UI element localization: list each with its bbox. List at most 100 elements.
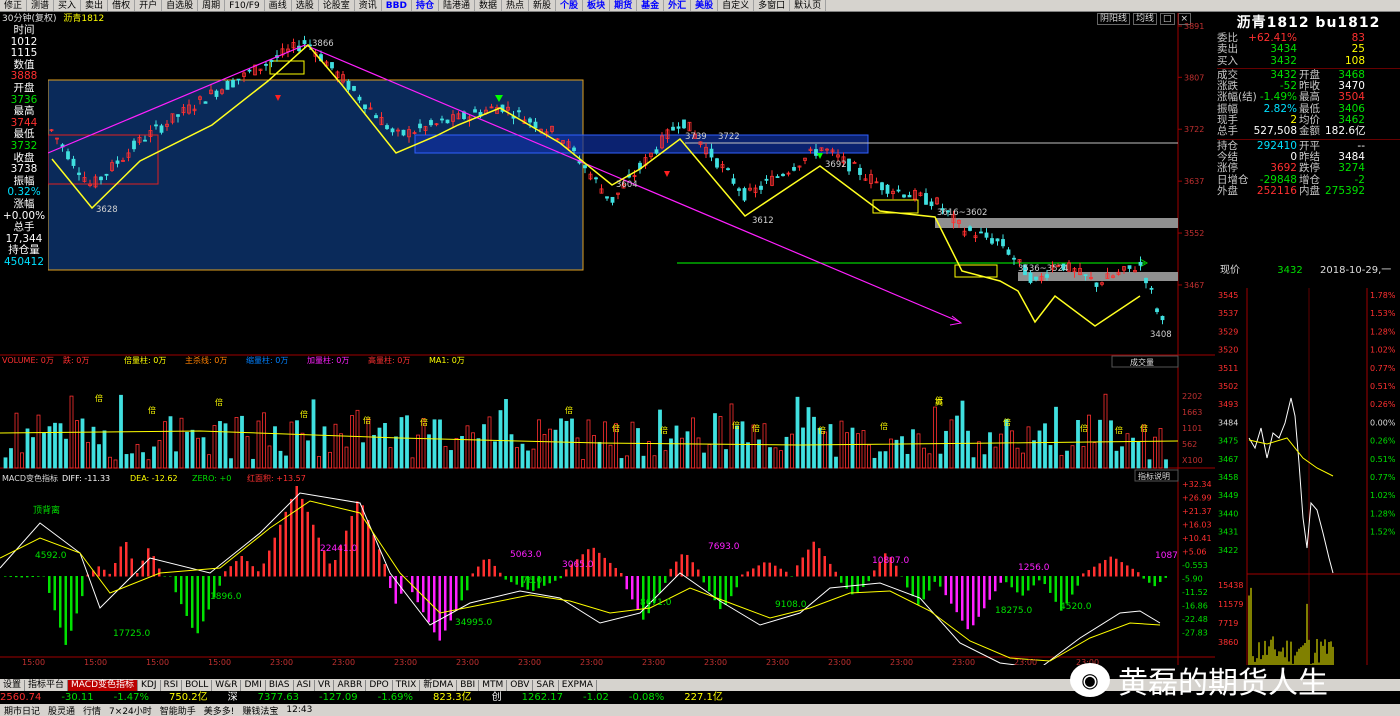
indicator-tab-4[interactable]: RSI (161, 679, 183, 691)
macd-bar (1054, 576, 1057, 602)
menu-item-26[interactable]: 多窗口 (754, 0, 791, 11)
indicator-tab-6[interactable]: W&R (212, 679, 242, 691)
volume-bar (449, 450, 453, 469)
indicator-tab-15[interactable]: BBI (457, 679, 480, 691)
menu-item-18[interactable]: 新股 (529, 0, 557, 11)
status-item-6[interactable]: 赚钱法宝 (238, 704, 282, 716)
menu-item-10[interactable]: 选股 (292, 0, 319, 11)
indicator-tab-0[interactable]: 设置 (0, 679, 26, 691)
menu-item-15[interactable]: 陆港通 (439, 0, 475, 11)
volume-bar (993, 446, 998, 469)
macd-bar (323, 550, 326, 577)
indicator-tab-10[interactable]: VR (315, 679, 335, 691)
candle-body (594, 177, 598, 180)
menu-item-16[interactable]: 数据 (475, 0, 503, 11)
macd-bar (389, 576, 392, 589)
volume-bar (559, 418, 563, 469)
menu-item-27[interactable]: 默认页 (790, 0, 827, 11)
volume-bar (240, 415, 244, 469)
macd-bar (730, 576, 733, 597)
main-chart[interactable]: 3891 3807 3722 3637 3552 3467 3866 3628 3739 3722… (0, 13, 1215, 665)
status-item-3[interactable]: 7×24小时 (105, 704, 156, 716)
menu-item-1[interactable]: 测谱 (27, 0, 55, 11)
indicator-tab-11[interactable]: ARBR (334, 679, 367, 691)
menu-item-25[interactable]: 自定义 (718, 0, 755, 11)
status-item-1[interactable]: 股灵通 (44, 704, 79, 716)
status-item-7[interactable]: 12:43 (282, 705, 316, 715)
macd-bar (455, 576, 458, 611)
volume-bar (124, 454, 129, 469)
price-tick: 3807 (1184, 73, 1204, 82)
intraday-chart[interactable]: 3545 3537 3529 3520 3511 3502 3493 3484 3475 3467… (1217, 288, 1400, 665)
macd-bar (400, 576, 403, 594)
time-tick: 23:00 (270, 658, 293, 665)
menu-item-19[interactable]: 个股 (556, 0, 584, 11)
volume-bar (861, 430, 866, 469)
macd-bar (251, 566, 254, 577)
macd-label: 1896.0 (210, 592, 242, 602)
volume-bar (157, 440, 162, 469)
price-annotation: 3616~3602 (937, 208, 987, 218)
indicator-tab-16[interactable]: MTM (479, 679, 508, 691)
quote-value2: 25 (1351, 43, 1365, 56)
menu-item-7[interactable]: 周期 (198, 0, 226, 11)
index-value: 2560.74 (0, 692, 42, 703)
indicator-tab-7[interactable]: DMI (241, 679, 266, 691)
indicator-tab-9[interactable]: ASI (294, 679, 316, 691)
menu-item-14[interactable]: 持仓 (412, 0, 439, 11)
menu-item-3[interactable]: 卖出 (81, 0, 109, 11)
indicator-tab-17[interactable]: OBV (507, 679, 534, 691)
volume-bar (394, 436, 398, 469)
mini-tick: 15438 (1218, 581, 1243, 590)
indicator-tab-12[interactable]: DPO (366, 679, 393, 691)
menu-item-17[interactable]: 热点 (502, 0, 530, 11)
candle-body (132, 140, 136, 150)
macd-label: 9108.0 (775, 600, 807, 610)
volume-bar (916, 433, 921, 469)
status-item-2[interactable]: 行情 (79, 704, 105, 716)
candle-body (1149, 287, 1154, 290)
indicator-tab-13[interactable]: TRIX (393, 679, 421, 691)
menu-item-21[interactable]: 期货 (610, 0, 638, 11)
time-tick: 23:00 (1014, 658, 1037, 665)
menu-item-24[interactable]: 美股 (691, 0, 719, 11)
macd-bar (81, 576, 84, 597)
indicator-tab-8[interactable]: BIAS (266, 679, 294, 691)
menu-item-6[interactable]: 自选股 (162, 0, 199, 11)
candle-body (66, 151, 70, 160)
indicator-tab-2[interactable]: MACD变色指标 (68, 679, 139, 691)
volume-bar (933, 406, 937, 469)
indicator-tab-14[interactable]: 新DMA (420, 679, 458, 691)
indicator-tab-1[interactable]: 指标平台 (25, 679, 69, 691)
menu-item-5[interactable]: 开户 (135, 0, 163, 11)
menu-item-0[interactable]: 修正 (0, 0, 28, 11)
quote-key2: 金额 (1299, 125, 1320, 138)
menu-item-12[interactable]: 资讯 (355, 0, 382, 11)
volume-bar (597, 441, 602, 469)
volume-bar (36, 414, 41, 469)
indicator-tab-5[interactable]: BOLL (182, 679, 213, 691)
macd-bar (9, 576, 12, 577)
menu-item-9[interactable]: 画线 (265, 0, 292, 11)
volume-bar (25, 428, 30, 469)
volume-bar (801, 427, 805, 469)
menu-item-11[interactable]: 论股室 (319, 0, 355, 11)
indicator-tab-3[interactable]: KDJ (138, 679, 161, 691)
menu-item-2[interactable]: 买入 (54, 0, 82, 11)
volume-bar (14, 412, 19, 469)
indicator-tab-19[interactable]: EXPMA (559, 679, 597, 691)
menu-item-20[interactable]: 板块 (583, 0, 611, 11)
price-annotation: 3692 (825, 160, 847, 170)
macd-bar (1148, 576, 1151, 583)
menu-item-13[interactable]: BBD (382, 0, 412, 11)
menu-item-23[interactable]: 外汇 (664, 0, 692, 11)
indicator-tab-18[interactable]: SAR (533, 679, 559, 691)
status-item-4[interactable]: 智能助手 (156, 704, 200, 716)
menu-item-4[interactable]: 借权 (108, 0, 136, 11)
menu-item-22[interactable]: 基金 (637, 0, 665, 11)
menu-item-8[interactable]: F10/F9 (225, 0, 265, 11)
volume-bar (427, 434, 431, 469)
status-item-0[interactable]: 期市日记 (0, 704, 44, 716)
macd-label: 4592.0 (35, 551, 67, 561)
status-item-5[interactable]: 美多多! (200, 704, 239, 716)
